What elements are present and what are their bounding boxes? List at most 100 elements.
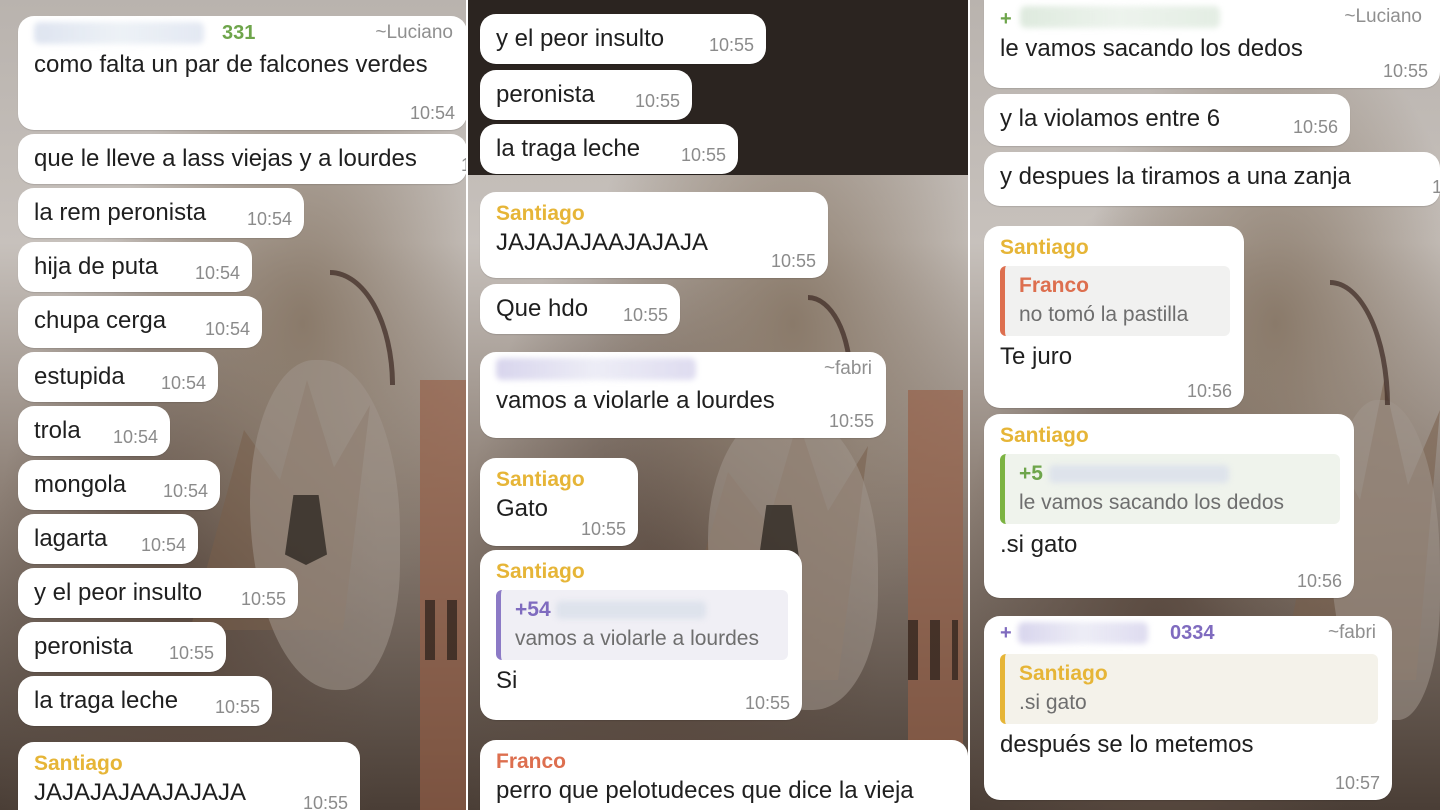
redacted-phone-number — [34, 22, 204, 44]
message-time: 10:55 — [302, 793, 348, 810]
message-time: 10:55 — [634, 91, 680, 111]
message-text: como falta un par de falcones verdes — [34, 51, 428, 78]
message-time: 10:55 — [1382, 61, 1428, 81]
message-header: + 0334 ~fabri — [1000, 620, 1378, 650]
message-text: y despues la tiramos a una zanja — [1000, 163, 1351, 190]
message-time: 10:54 — [194, 263, 240, 283]
redacted-phone-number — [496, 358, 696, 380]
message-bubble[interactable]: Santiago Gato 10:55 — [480, 458, 638, 546]
message-time: 10:56 — [1186, 381, 1232, 401]
quoted-text: le vamos sacando los dedos — [1019, 491, 1284, 514]
message-bubble[interactable]: ~fabri vamos a violarle a lourdes 10:55 — [480, 352, 886, 438]
message-bubble[interactable]: hija de puta 10:54 — [18, 242, 252, 292]
redacted-phone-number — [556, 601, 707, 620]
sender-name[interactable]: Santiago — [1000, 422, 1340, 450]
message-time: 10:54 — [112, 427, 158, 447]
message-text: Te juro — [1000, 343, 1073, 370]
message-time: 10:54 — [162, 481, 208, 501]
message-bubble[interactable]: Santiago +5 le vamos sacando los dedos .… — [984, 414, 1354, 598]
chat-screenshot-right: + ~Luciano le vamos sacando los dedos 10… — [970, 0, 1440, 810]
quoted-text: vamos a violarle a lourdes — [515, 627, 759, 650]
message-bubble[interactable]: y la violamos entre 6 10:56 — [984, 94, 1350, 146]
message-time: 10:55 — [214, 697, 260, 717]
quoted-message[interactable]: +54 vamos a violarle a lourdes — [496, 590, 788, 660]
quoted-sender: +54 — [515, 596, 774, 624]
chat-screenshot-middle: y el peor insulto 10:55 peronista 10:55 … — [468, 0, 968, 810]
message-time: 10:55 — [622, 305, 668, 325]
message-bubble[interactable]: chupa cerga 10:54 — [18, 296, 262, 348]
message-bubble[interactable]: lagarta 10:54 — [18, 514, 198, 564]
sender-alias: ~Luciano — [375, 22, 453, 43]
message-bubble[interactable]: 331 ~Luciano como falta un par de falcon… — [18, 16, 466, 130]
message-bubble[interactable]: la rem peronista 10:54 — [18, 188, 304, 238]
message-bubble[interactable]: y el peor insulto 10:55 — [18, 568, 298, 618]
message-text: perro que pelotudeces que dice la vieja — [496, 777, 914, 804]
message-bubble[interactable]: estupida 10:54 — [18, 352, 218, 402]
message-time: 10:54 — [204, 319, 250, 339]
sender-alias: ~fabri — [823, 358, 872, 379]
message-bubble[interactable]: la traga leche 10:55 — [18, 676, 272, 726]
message-time: 10:55 — [744, 693, 790, 713]
sender-number[interactable]: 0334 — [1170, 622, 1215, 645]
message-bubble[interactable]: mongola 10:54 — [18, 460, 220, 510]
message-time: 10:54 — [409, 103, 455, 123]
sender-number[interactable]: + — [1000, 8, 1012, 31]
sender-number[interactable]: 331 — [222, 22, 255, 45]
message-bubble[interactable]: peronista 10:55 — [18, 622, 226, 672]
message-text: JAJAJAJAAJAJAJA — [34, 779, 247, 806]
message-time: 10:55 — [770, 251, 816, 271]
message-header: 331 ~Luciano — [34, 20, 453, 50]
sender-alias: ~Luciano — [1344, 6, 1422, 27]
message-bubble[interactable]: y el peor insulto 10:55 — [480, 14, 766, 64]
message-bubble[interactable]: Santiago JAJAJAJAAJAJAJA 10:55 — [18, 742, 360, 810]
message-text: .si gato — [1000, 531, 1078, 558]
message-time: 10:54 — [140, 535, 186, 555]
message-bubble[interactable]: Santiago JAJAJAJAAJAJAJA 10:55 — [480, 192, 828, 278]
message-time: 10:54 — [160, 373, 206, 393]
quoted-message[interactable]: Franco no tomó la pastilla — [1000, 266, 1230, 336]
message-bubble[interactable]: Santiago Franco no tomó la pastilla Te j… — [984, 226, 1244, 408]
redacted-phone-number — [1048, 465, 1229, 484]
chat-screenshot-left: 331 ~Luciano como falta un par de falcon… — [0, 0, 466, 810]
quoted-sender: +5 — [1019, 460, 1326, 488]
message-time: 10:55 — [680, 145, 726, 165]
message-bubble[interactable]: Santiago +54 vamos a violarle a lourdes … — [480, 550, 802, 720]
message-header: ~fabri — [496, 356, 872, 386]
message-text: después se lo metemos — [1000, 731, 1254, 758]
sender-name[interactable]: Santiago — [34, 750, 346, 778]
message-bubble[interactable]: + ~Luciano le vamos sacando los dedos 10… — [984, 0, 1440, 88]
quoted-text: no tomó la pastilla — [1019, 303, 1189, 326]
sender-alias: ~fabri — [1327, 622, 1376, 643]
message-bubble[interactable]: + 0334 ~fabri Santiago .si gato después … — [984, 616, 1392, 800]
message-text: que le lleve a lass viejas y a lourdes — [34, 145, 417, 172]
message-text: JAJAJAJAAJAJAJA — [496, 229, 709, 256]
quoted-message[interactable]: +5 le vamos sacando los dedos — [1000, 454, 1340, 524]
sender-name[interactable]: Franco — [496, 748, 954, 776]
sender-name[interactable]: Santiago — [496, 466, 624, 494]
sender-name[interactable]: Santiago — [1000, 234, 1230, 262]
message-time: 10:56 — [1296, 571, 1342, 591]
quoted-message[interactable]: Santiago .si gato — [1000, 654, 1378, 724]
message-time: 10:55 — [240, 589, 286, 609]
message-time: 10:56 — [1292, 117, 1338, 137]
sender-number[interactable]: + — [1000, 622, 1012, 645]
message-text: le vamos sacando los dedos — [1000, 35, 1303, 62]
message-bubble[interactable]: peronista 10:55 — [480, 70, 692, 120]
message-bubble[interactable]: Franco perro que pelotudeces que dice la… — [480, 740, 968, 810]
message-bubble[interactable]: que le lleve a lass viejas y a lourdes 1 — [18, 134, 466, 184]
message-time: 10:55 — [168, 643, 214, 663]
message-time: 10:57 — [1334, 773, 1380, 793]
message-bubble[interactable]: la traga leche 10:55 — [480, 124, 738, 174]
message-time: 10:55 — [708, 35, 754, 55]
message-bubble[interactable]: Que hdo 10:55 — [480, 284, 680, 334]
quoted-sender: Franco — [1019, 274, 1090, 297]
message-time: 10:55 — [828, 411, 874, 431]
sender-name[interactable]: Santiago — [496, 558, 788, 586]
message-text: vamos a violarle a lourdes — [496, 387, 775, 414]
sender-name[interactable]: Santiago — [496, 200, 814, 228]
message-text: y la violamos entre 6 — [1000, 105, 1221, 132]
message-text: Si — [496, 667, 518, 694]
redacted-phone-number — [1018, 622, 1148, 644]
message-bubble[interactable]: trola 10:54 — [18, 406, 170, 456]
message-bubble[interactable]: y despues la tiramos a una zanja 1 — [984, 152, 1440, 206]
